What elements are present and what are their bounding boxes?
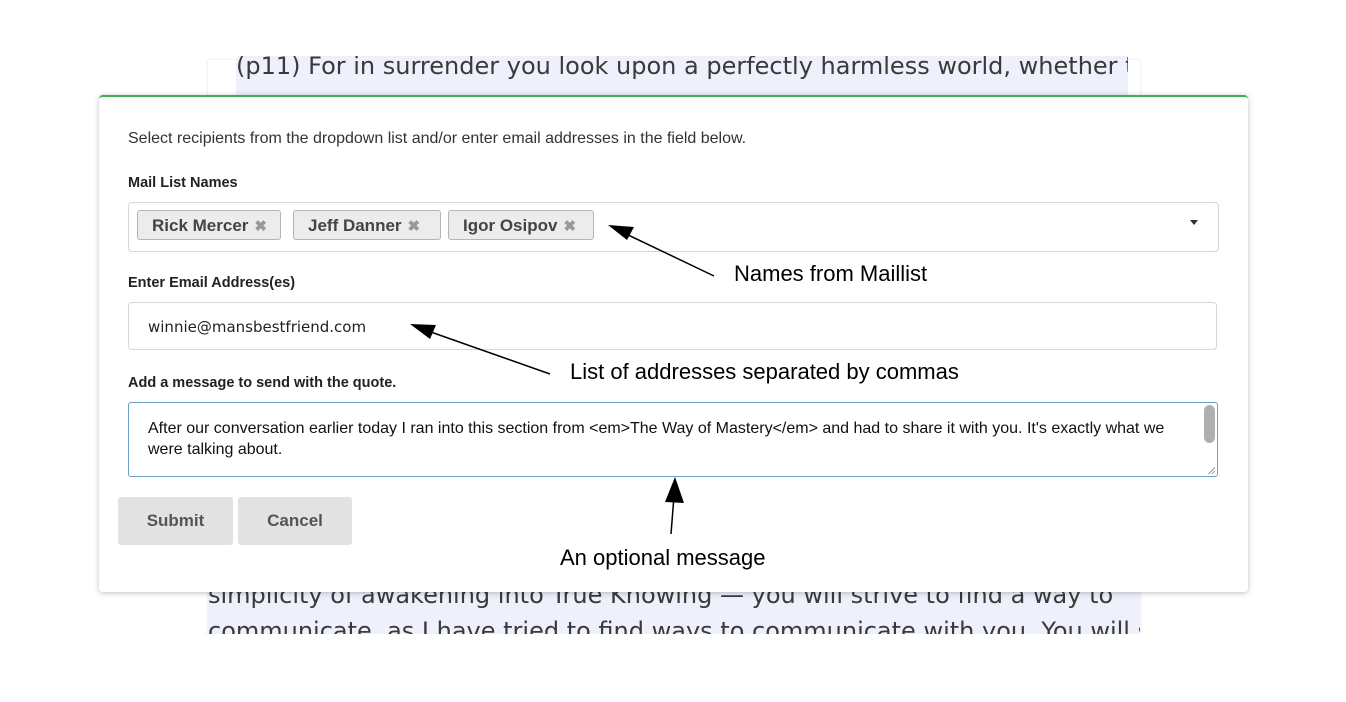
arrowhead	[608, 225, 634, 240]
arrow-line	[427, 330, 551, 375]
annotation-names: Names from Maillist	[734, 261, 928, 286]
annotation-message: An optional message	[560, 545, 766, 570]
arrowhead	[410, 324, 436, 339]
arrow-line	[623, 232, 715, 277]
annotation-addresses: List of addresses separated by commas	[570, 359, 959, 384]
annotation-arrows	[410, 225, 715, 535]
arrowhead	[665, 477, 684, 503]
